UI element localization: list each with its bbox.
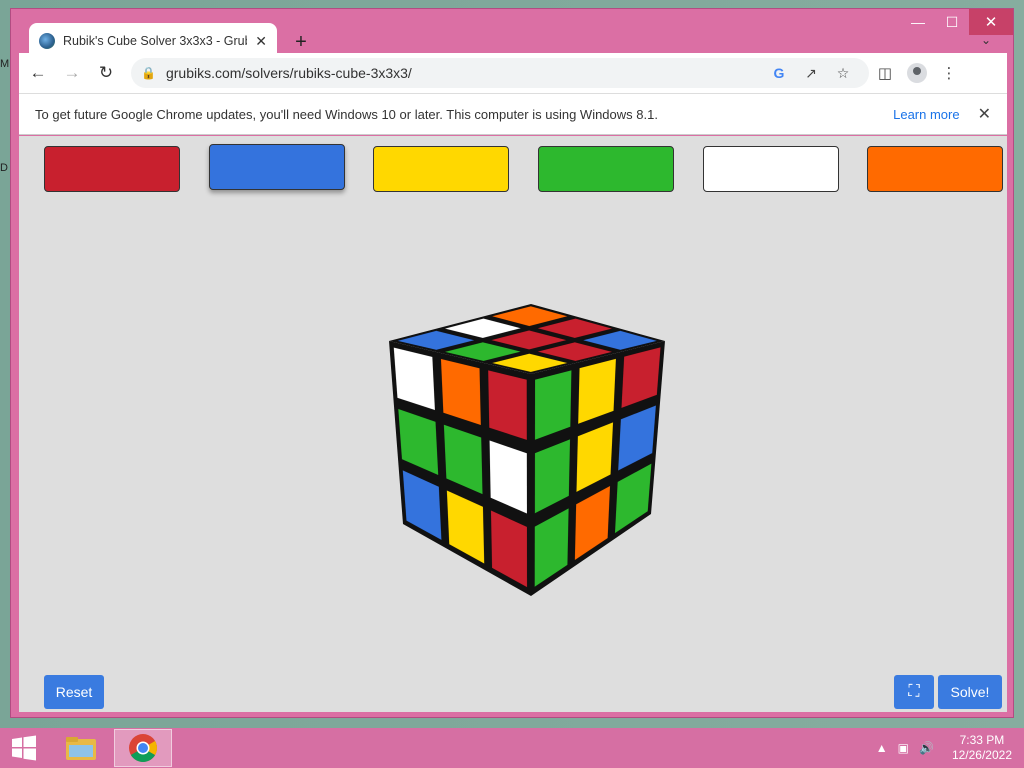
globe-favicon-icon bbox=[39, 33, 55, 49]
clock-date: 12/26/2022 bbox=[951, 748, 1012, 762]
windows-taskbar: ▲ ▣ 🔊 7:33 PM 12/26/2022 bbox=[0, 728, 1024, 768]
update-infobar: To get future Google Chrome updates, you… bbox=[19, 93, 1007, 135]
browser-window: — ☐ ✕ Rubik's Cube Solver 3x3x3 - Grubik… bbox=[10, 8, 1014, 718]
infobar-message: To get future Google Chrome updates, you… bbox=[35, 106, 658, 122]
tab-title: Rubik's Cube Solver 3x3x3 - Grubiks bbox=[63, 34, 248, 48]
address-bar[interactable]: 🔒 grubiks.com/solvers/rubiks-cube-3x3x3/… bbox=[131, 58, 869, 88]
tab-strip: Rubik's Cube Solver 3x3x3 - Grubiks ✕ + … bbox=[19, 17, 1007, 59]
side-panel-icon[interactable]: ◫ bbox=[869, 64, 901, 82]
desktop-icon-label: D bbox=[0, 162, 8, 174]
color-swatch-white[interactable] bbox=[703, 146, 839, 192]
browser-toolbar: ← → ↻ 🔒 grubiks.com/solvers/rubiks-cube-… bbox=[19, 53, 1007, 93]
tab-search-chevron-icon[interactable]: ⌄ bbox=[981, 33, 991, 47]
color-swatch-blue[interactable] bbox=[209, 144, 345, 190]
lock-icon[interactable]: 🔒 bbox=[141, 66, 156, 80]
bookmark-star-icon[interactable]: ☆ bbox=[827, 65, 859, 82]
tab-close-icon[interactable]: ✕ bbox=[255, 33, 267, 50]
page-content: Reset ⛶ Solve! bbox=[19, 136, 1007, 712]
volume-icon[interactable]: 🔊 bbox=[919, 741, 934, 755]
solve-button[interactable]: Solve! bbox=[938, 675, 1002, 709]
clock-time: 7:33 PM bbox=[959, 733, 1005, 747]
tray-up-arrow-icon[interactable]: ▲ bbox=[876, 741, 888, 755]
profile-avatar-icon[interactable] bbox=[907, 63, 927, 83]
network-icon[interactable]: ▣ bbox=[898, 741, 909, 755]
forward-arrow-icon[interactable]: → bbox=[57, 58, 87, 88]
system-tray: ▲ ▣ 🔊 7:33 PM 12/26/2022 bbox=[876, 728, 1012, 768]
chrome-taskbar-icon[interactable] bbox=[114, 729, 172, 767]
back-arrow-icon[interactable]: ← bbox=[23, 58, 53, 88]
cube-svg[interactable] bbox=[359, 304, 669, 614]
menu-kebab-icon[interactable]: ⋮ bbox=[933, 64, 965, 82]
color-swatch-green[interactable] bbox=[538, 146, 674, 192]
fullscreen-icon[interactable]: ⛶ bbox=[894, 675, 934, 709]
file-explorer-icon[interactable] bbox=[52, 729, 110, 767]
reload-icon[interactable]: ↻ bbox=[91, 58, 121, 88]
infobar-close-icon[interactable]: ✕ bbox=[978, 104, 991, 124]
color-swatch-yellow[interactable] bbox=[373, 146, 509, 192]
clock[interactable]: 7:33 PM 12/26/2022 bbox=[952, 733, 1012, 763]
color-swatch-red[interactable] bbox=[44, 146, 180, 192]
learn-more-link[interactable]: Learn more bbox=[893, 107, 959, 122]
reset-button[interactable]: Reset bbox=[44, 675, 104, 709]
url-text[interactable]: grubiks.com/solvers/rubiks-cube-3x3x3/ bbox=[166, 65, 763, 81]
rubiks-cube-3d[interactable] bbox=[359, 304, 669, 614]
share-icon[interactable]: ↗ bbox=[795, 65, 827, 82]
color-swatch-orange[interactable] bbox=[867, 146, 1003, 192]
google-lens-icon[interactable]: G bbox=[763, 65, 795, 81]
desktop-icon-label: M bbox=[0, 58, 10, 70]
new-tab-button[interactable]: + bbox=[289, 31, 313, 54]
windows-start-icon[interactable] bbox=[0, 728, 48, 768]
